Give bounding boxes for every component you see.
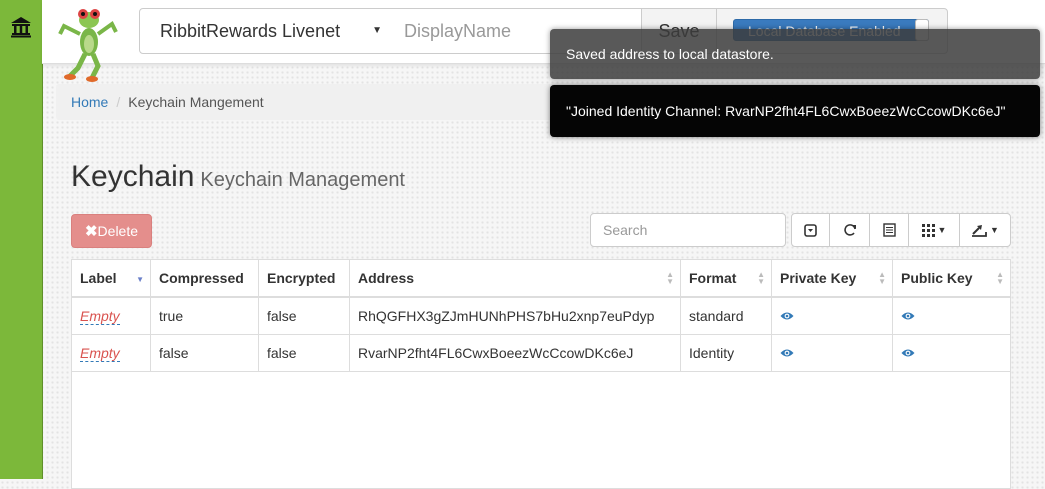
sort-icon: ▲ ▼	[757, 270, 765, 286]
close-icon: ✖	[84, 223, 98, 240]
eye-icon[interactable]	[780, 308, 794, 324]
table-row: Empty true false RhQGFHX3gZJmHUNhPHS7bHu…	[72, 297, 1010, 335]
list-icon	[882, 223, 896, 237]
column-header-compressed: Compressed	[150, 260, 259, 298]
compressed-cell: false	[150, 334, 259, 372]
format-cell: Identity	[680, 334, 772, 372]
bank-icon[interactable]	[8, 14, 34, 40]
table-header-row: Label ▼ Compressed Encrypted Address ▲ ▼ Fo…	[72, 260, 1010, 298]
chevron-down-icon: ▼	[372, 25, 382, 36]
compressed-cell: true	[150, 297, 259, 335]
page-subtitle: Keychain Management	[200, 169, 405, 191]
columns-button[interactable]: ▼	[908, 213, 960, 247]
column-header-text: Public Key	[901, 270, 973, 286]
notification-saved[interactable]: Saved address to local datastore.	[550, 29, 1040, 79]
keychain-table: Label ▼ Compressed Encrypted Address ▲ ▼ Fo…	[71, 259, 1011, 489]
sort-icon: ▲ ▼	[996, 270, 1004, 286]
column-header-text: Label	[80, 270, 117, 286]
notification-identity-text: "Joined Identity Channel: RvarNP2fht4FL6…	[566, 103, 1006, 119]
search-input[interactable]	[590, 213, 786, 247]
chevron-down-icon: ▼	[990, 225, 999, 235]
page-title: Keychain Keychain Management	[71, 160, 405, 194]
list-view-button[interactable]	[869, 213, 909, 247]
eye-icon[interactable]	[901, 308, 915, 324]
refresh-icon	[843, 224, 856, 236]
column-header-text: Address	[358, 270, 415, 286]
export-icon	[972, 225, 987, 237]
sort-icon: ▲ ▼	[666, 270, 674, 286]
delete-button-label: Delete	[97, 223, 139, 239]
breadcrumb-home-link[interactable]: Home	[71, 94, 108, 110]
format-cell: standard	[680, 297, 772, 335]
column-header-public-key[interactable]: Public Key ▲ ▼	[892, 260, 1010, 298]
chevron-down-icon: ▼	[937, 225, 947, 235]
sidebar	[0, 0, 43, 479]
column-header-encrypted: Encrypted	[258, 260, 350, 298]
label-editable[interactable]: Empty	[80, 308, 120, 325]
delete-button[interactable]: ✖Delete	[71, 214, 152, 248]
eye-icon[interactable]	[901, 345, 915, 361]
toggle-view-button[interactable]	[791, 213, 830, 247]
address-cell: RvarNP2fht4FL6CwxBoeezWcCcowDKc6eJ	[349, 334, 681, 372]
encrypted-cell: false	[258, 334, 350, 372]
refresh-button[interactable]	[829, 213, 870, 247]
breadcrumb-current: Keychain Mangement	[128, 94, 264, 110]
column-header-label[interactable]: Label ▼	[72, 260, 151, 298]
toggle-icon	[804, 223, 817, 237]
columns-icon	[921, 223, 935, 237]
export-button[interactable]: ▼	[959, 213, 1011, 247]
encrypted-cell: false	[258, 297, 350, 335]
network-select[interactable]: RibbitRewards Livenet ▼	[139, 8, 389, 54]
page-title-text: Keychain	[71, 160, 195, 193]
column-header-format[interactable]: Format ▲ ▼	[680, 260, 772, 298]
notification-saved-text: Saved address to local datastore.	[566, 46, 774, 62]
frog-logo-icon[interactable]	[58, 4, 120, 82]
column-header-text: Compressed	[159, 270, 244, 286]
sort-desc-icon: ▼	[136, 275, 144, 284]
address-cell: RhQGFHX3gZJmHUNhPHS7bHu2xnp7euPdyp	[349, 297, 681, 335]
column-header-address[interactable]: Address ▲ ▼	[349, 260, 681, 298]
label-editable[interactable]: Empty	[80, 345, 120, 362]
breadcrumb-separator: /	[116, 94, 121, 110]
table-row: Empty false false RvarNP2fht4FL6CwxBoeez…	[72, 334, 1010, 372]
network-select-value: RibbitRewards Livenet	[160, 21, 341, 41]
column-header-text: Private Key	[780, 270, 857, 286]
sort-icon: ▲ ▼	[878, 270, 886, 286]
column-header-private-key[interactable]: Private Key ▲ ▼	[771, 260, 893, 298]
column-header-text: Encrypted	[267, 270, 336, 286]
eye-icon[interactable]	[780, 345, 794, 361]
column-header-text: Format	[689, 270, 737, 286]
notification-identity-channel[interactable]: "Joined Identity Channel: RvarNP2fht4FL6…	[550, 85, 1040, 137]
